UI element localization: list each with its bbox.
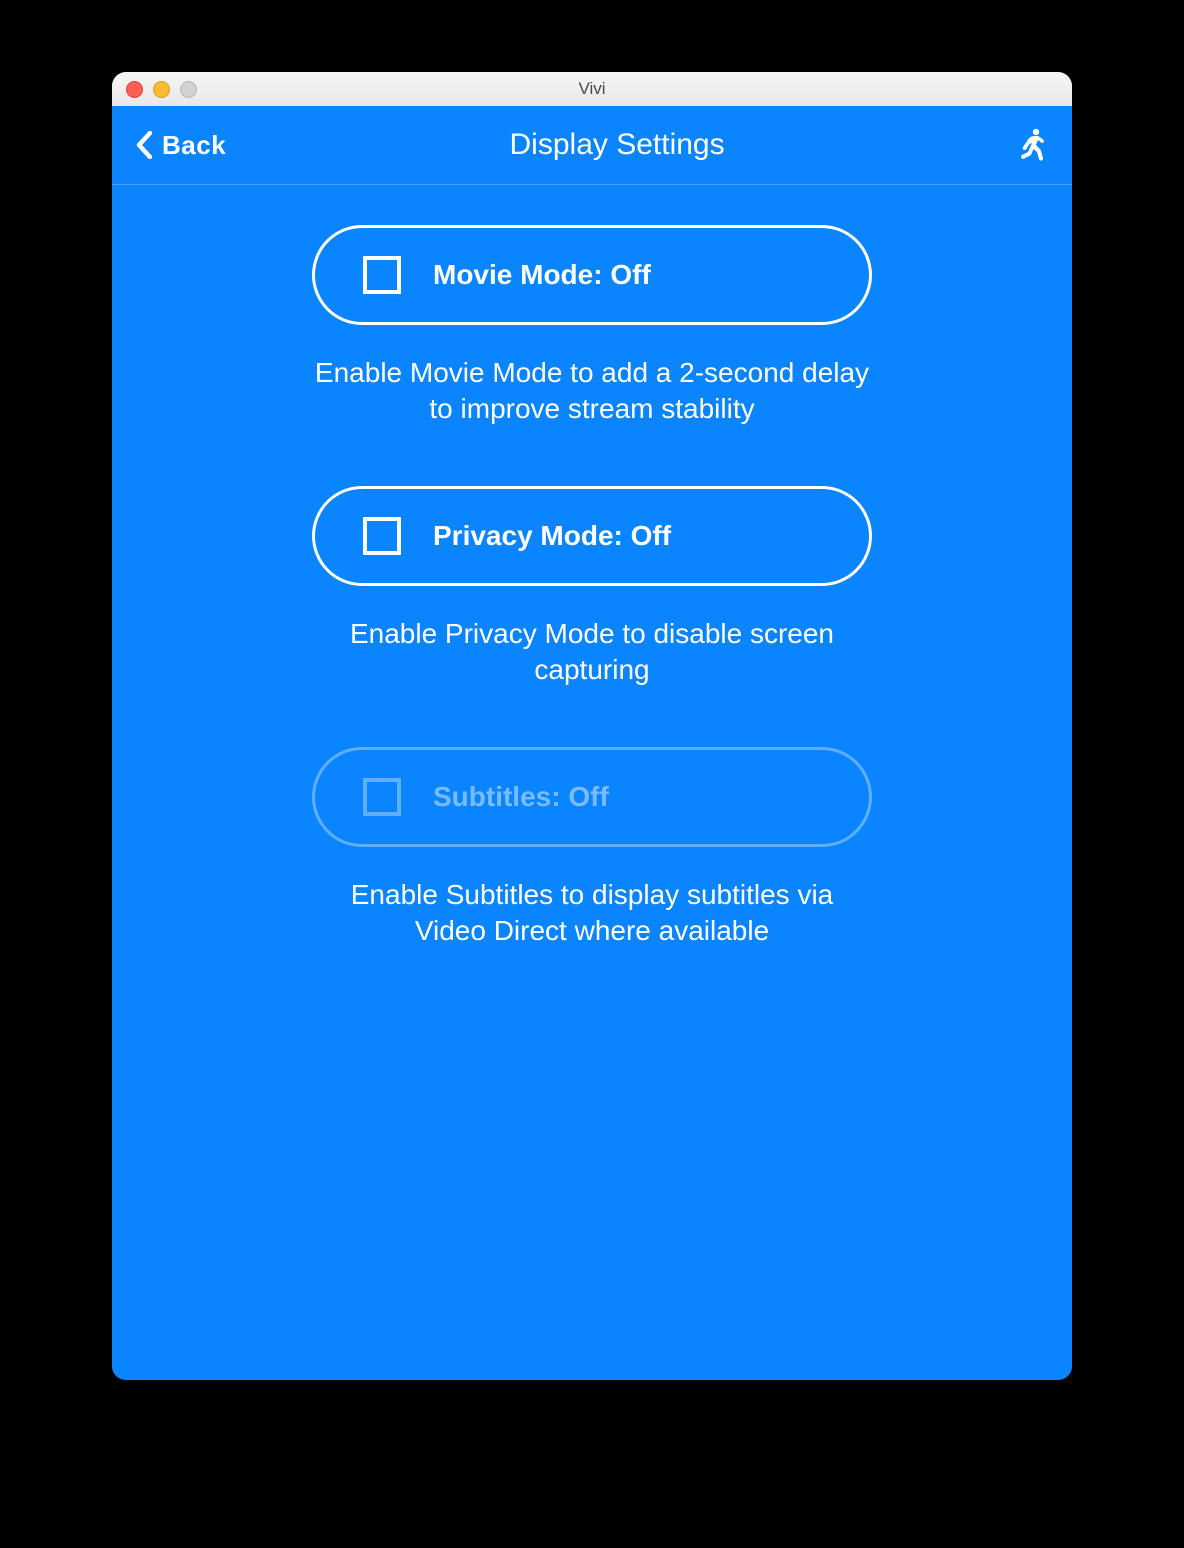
subtitles-checkbox: [363, 778, 401, 816]
traffic-lights: [112, 81, 197, 98]
navbar: Back Display Settings: [112, 106, 1072, 185]
movie-mode-toggle[interactable]: Movie Mode: Off: [312, 225, 872, 325]
chevron-left-icon: [136, 131, 152, 159]
titlebar: Vivi: [112, 72, 1072, 107]
privacy-mode-description: Enable Privacy Mode to disable screen ca…: [312, 616, 872, 689]
zoom-window-button[interactable]: [180, 81, 197, 98]
privacy-mode-toggle[interactable]: Privacy Mode: Off: [312, 486, 872, 586]
back-button[interactable]: Back: [136, 130, 226, 161]
subtitles-toggle: Subtitles: Off: [312, 747, 872, 847]
close-window-button[interactable]: [126, 81, 143, 98]
movie-mode-checkbox[interactable]: [363, 256, 401, 294]
page-title: Display Settings: [510, 128, 725, 162]
movie-mode-description: Enable Movie Mode to add a 2-second dela…: [312, 355, 872, 428]
minimize-window-button[interactable]: [153, 81, 170, 98]
subtitles-label: Subtitles: Off: [433, 781, 609, 813]
privacy-mode-label: Privacy Mode: Off: [433, 520, 671, 552]
privacy-mode-checkbox[interactable]: [363, 517, 401, 555]
settings-list: Movie Mode: Off Enable Movie Mode to add…: [112, 185, 1072, 1007]
back-label: Back: [162, 130, 226, 161]
running-person-icon[interactable]: [1016, 128, 1048, 162]
window-title: Vivi: [112, 79, 1072, 99]
content-area: Back Display Settings Movie Mode: Off En…: [112, 106, 1072, 1380]
app-window: Vivi Back Display Settings: [112, 72, 1072, 1380]
movie-mode-label: Movie Mode: Off: [433, 259, 651, 291]
subtitles-description: Enable Subtitles to display subtitles vi…: [312, 877, 872, 950]
